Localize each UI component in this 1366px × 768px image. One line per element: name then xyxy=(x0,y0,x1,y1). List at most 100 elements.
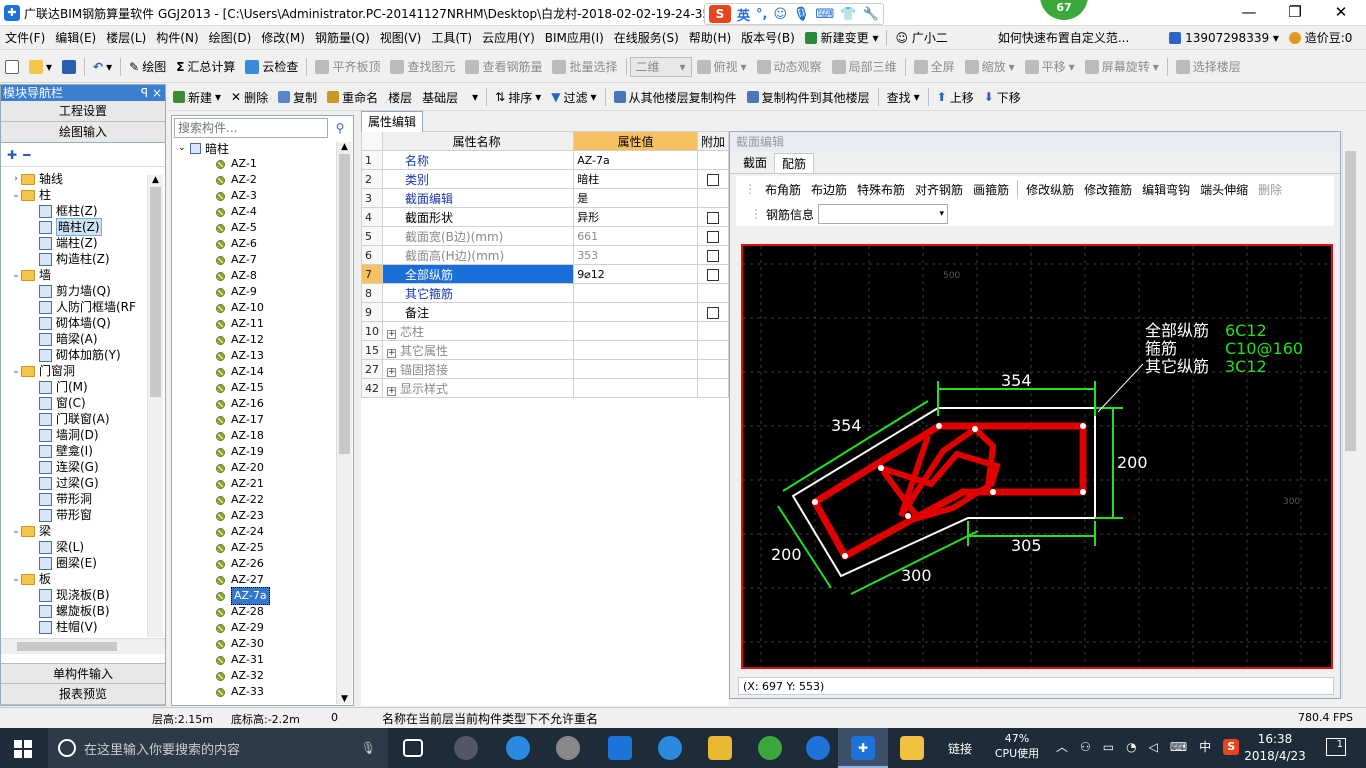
scroll-up-icon[interactable]: ▲ xyxy=(148,175,163,185)
section-canvas[interactable]: 500 300 354 354 200 305 300 200 全部纵筋 6C1… xyxy=(741,244,1333,669)
property-name-cell[interactable]: 备注 xyxy=(381,302,575,322)
rename-button[interactable]: 重命名 xyxy=(322,85,383,109)
rebar-tool-button[interactable]: 端头伸缩 xyxy=(1195,181,1253,198)
property-add-cell[interactable] xyxy=(696,207,730,227)
search-icon[interactable]: ⚲ xyxy=(330,121,350,135)
menu-item[interactable]: 视图(V) xyxy=(375,26,427,50)
tray-wifi-icon[interactable]: ◔ xyxy=(1126,740,1136,754)
nav-tree-item[interactable]: 带形洞 xyxy=(1,491,147,507)
component-list-item[interactable]: AZ-1 xyxy=(172,156,353,172)
maximize-button[interactable]: ❐ xyxy=(1272,0,1318,26)
batch-select-button[interactable]: 批量选择 xyxy=(547,55,622,79)
property-row[interactable]: 5 截面宽(B边)(mm) 661 xyxy=(361,226,730,246)
chevron-down-icon[interactable]: ⌄ xyxy=(11,363,21,379)
pan-button[interactable]: 平移 ▾ xyxy=(1020,55,1080,79)
property-row[interactable]: 7 全部纵筋 9⌀12 xyxy=(361,264,730,284)
menu-item[interactable]: 楼层(L) xyxy=(101,26,151,50)
menu-item[interactable]: 在线服务(S) xyxy=(609,26,684,50)
skin-icon[interactable]: 👕 xyxy=(840,7,856,22)
component-scroll-thumb[interactable] xyxy=(339,154,350,454)
property-value-cell[interactable] xyxy=(573,378,698,398)
find-element-button[interactable]: 查找图元 xyxy=(385,55,460,79)
nav-tree-item[interactable]: 带形窗 xyxy=(1,507,147,523)
component-list-item[interactable]: AZ-2 xyxy=(172,172,353,188)
component-list-item[interactable]: AZ-12 xyxy=(172,332,353,348)
menu-new-change[interactable]: 新建变更 ▾ xyxy=(800,26,884,50)
nav-tree-item[interactable]: 墙洞(D) xyxy=(1,427,147,443)
nav-tree-item[interactable]: 壁龛(I) xyxy=(1,443,147,459)
nav-tree-item[interactable]: 框柱(Z) xyxy=(1,203,147,219)
file-explorer-icon[interactable] xyxy=(708,736,732,760)
component-list-item[interactable]: AZ-31 xyxy=(172,652,353,668)
clock[interactable]: 16:38 2018/4/23 xyxy=(1240,731,1310,765)
property-name-cell[interactable]: 其它箍筋 xyxy=(381,283,575,303)
property-value-cell[interactable] xyxy=(573,302,698,322)
property-row[interactable]: 8 其它箍筋 xyxy=(361,283,730,303)
component-list-item[interactable]: AZ-24 xyxy=(172,524,353,540)
score-badge[interactable]: 67 xyxy=(1040,0,1088,20)
nav-tree-folder[interactable]: ⌄ 柱 xyxy=(1,187,147,203)
property-name-cell[interactable]: 全部纵筋 xyxy=(381,264,575,284)
zoom-button[interactable]: 缩放 ▾ xyxy=(960,55,1020,79)
property-name-cell[interactable]: 截面宽(B边)(mm) xyxy=(381,226,575,246)
nav-tree-item[interactable]: 端柱(Z) xyxy=(1,235,147,251)
property-row[interactable]: 27 + 锚固搭接 xyxy=(361,359,730,379)
nav-tree-item[interactable]: 构造柱(Z) xyxy=(1,251,147,267)
fan-app-icon[interactable] xyxy=(454,736,478,760)
close-button[interactable]: ✕ xyxy=(1318,0,1364,26)
component-list-item[interactable]: AZ-11 xyxy=(172,316,353,332)
open-button[interactable]: ▾ xyxy=(24,55,57,79)
tab-property-edit[interactable]: 属性编辑 xyxy=(361,111,424,132)
property-name-cell[interactable]: 名称 xyxy=(381,150,575,170)
component-list-item[interactable]: AZ-26 xyxy=(172,556,353,572)
tab-rebar[interactable]: 配筋 xyxy=(774,152,815,173)
chevron-right-icon[interactable]: › xyxy=(11,171,21,187)
pin-close-icon[interactable]: ꟼ × xyxy=(141,85,165,101)
nav-tree-item[interactable]: 门联窗(A) xyxy=(1,411,147,427)
property-name-cell[interactable]: + 锚固搭接 xyxy=(381,359,575,379)
fullscreen-button[interactable]: 全屏 xyxy=(909,55,960,79)
keyboard-icon[interactable]: ⌨ xyxy=(816,7,835,22)
attach-checkbox[interactable] xyxy=(706,173,719,186)
tab-section[interactable]: 截面 xyxy=(736,153,774,173)
property-add-cell[interactable] xyxy=(696,245,730,265)
menu-item[interactable]: 修改(M) xyxy=(256,26,310,50)
menu-item[interactable]: BIM应用(I) xyxy=(540,26,609,50)
nav-scroll-thumb[interactable] xyxy=(150,187,161,397)
component-list-item[interactable]: AZ-9 xyxy=(172,284,353,300)
nav-tree-item[interactable]: 圈梁(E) xyxy=(1,555,147,571)
app-icon-3[interactable] xyxy=(556,736,580,760)
chevron-down-icon[interactable]: ⌄ xyxy=(11,267,21,283)
steel-info-select[interactable]: ▾ xyxy=(818,204,949,224)
attach-checkbox[interactable] xyxy=(706,211,719,224)
scroll-down-icon[interactable]: ▼ xyxy=(337,694,352,704)
property-name-cell[interactable]: + 芯柱 xyxy=(381,321,575,341)
right-scrollbar[interactable] xyxy=(1342,131,1358,699)
component-list-item[interactable]: AZ-33 xyxy=(172,684,353,700)
nav-tree-item[interactable]: 暗柱(Z) xyxy=(1,218,147,236)
tray-volume-icon[interactable]: ◁ xyxy=(1149,740,1158,754)
filter-button[interactable]: ▼ 过滤 ▾ xyxy=(546,85,601,109)
property-row[interactable]: 42 + 显示样式 xyxy=(361,378,730,398)
taskbar-search-input[interactable]: 在这里输入你要搜索的内容 xyxy=(84,739,240,758)
tray-battery-icon[interactable]: ▭ xyxy=(1103,740,1114,754)
delete-component-button[interactable]: ✕ 删除 xyxy=(226,85,273,109)
sort-button[interactable]: ⇅ 排序 ▾ xyxy=(490,85,546,109)
link-toolbar[interactable]: 链接 xyxy=(948,740,972,757)
ime-toolbar[interactable]: S 英 °, ☺ 🎙 ⌨ 👕 🔧 xyxy=(704,3,884,25)
nav-tree-item[interactable]: 砌体加筋(Y) xyxy=(1,347,147,363)
cloud-check-button[interactable]: 云检查 xyxy=(240,55,303,79)
component-list-item[interactable]: AZ-30 xyxy=(172,636,353,652)
copy-to-floor-button[interactable]: 复制构件到其他楼层 xyxy=(742,85,875,109)
component-list-item[interactable]: AZ-16 xyxy=(172,396,353,412)
chevron-down-icon[interactable]: ⌄ xyxy=(11,187,21,203)
component-list-item[interactable]: AZ-4 xyxy=(172,204,353,220)
component-list-item[interactable]: AZ-19 xyxy=(172,444,353,460)
nav-tree-item[interactable]: 砌体墙(Q) xyxy=(1,315,147,331)
component-list-item[interactable]: AZ-18 xyxy=(172,428,353,444)
nav-tree-item[interactable]: 剪力墙(Q) xyxy=(1,283,147,299)
rebar-tool-button[interactable]: 修改纵筋 xyxy=(1021,181,1079,198)
local-3d-button[interactable]: 局部三维 xyxy=(827,55,902,79)
menu-item[interactable]: 编辑(E) xyxy=(50,26,101,50)
property-row[interactable]: 4 截面形状 异形 xyxy=(361,207,730,227)
